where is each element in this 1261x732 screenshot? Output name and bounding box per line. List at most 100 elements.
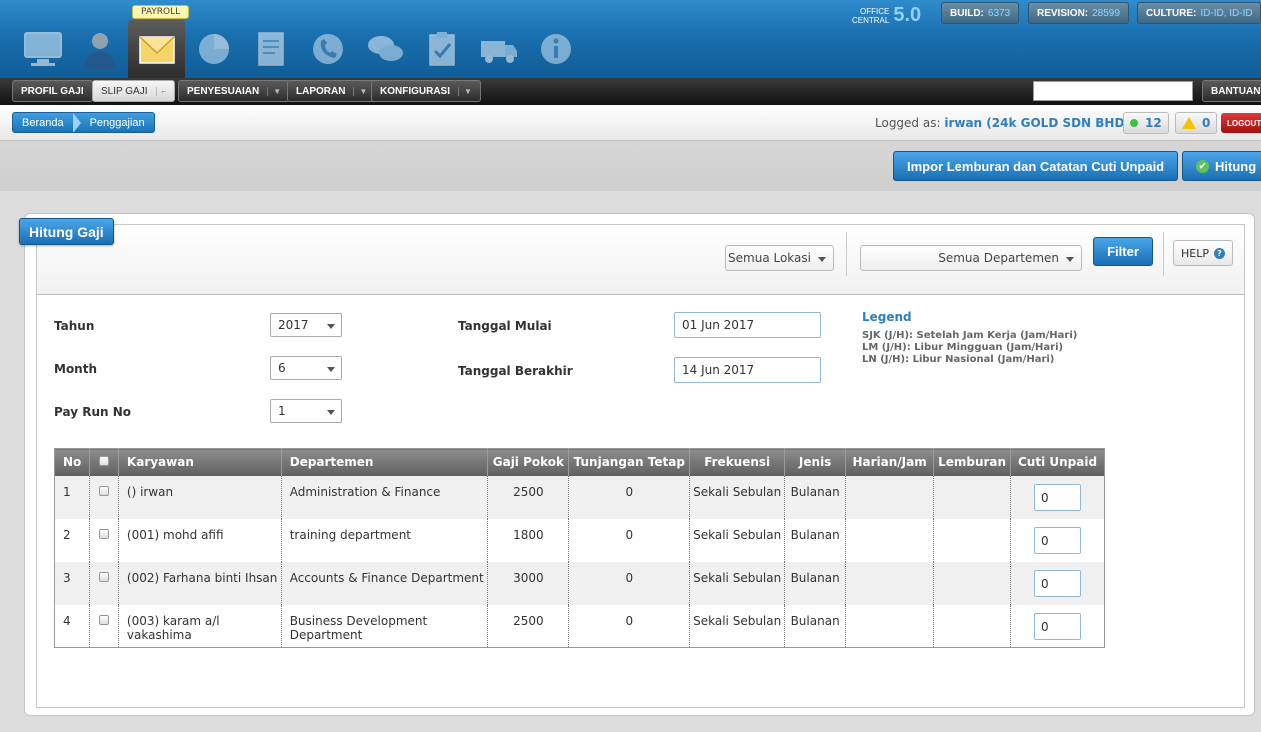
truck-icon[interactable] xyxy=(470,20,527,78)
calculate-button[interactable]: ✔ Hitung xyxy=(1182,151,1261,181)
menu-laporan[interactable]: LAPORAN ▼ xyxy=(287,80,377,102)
col-departemen[interactable]: Departemen xyxy=(281,448,489,476)
cell-gaji-pokok: 3000 xyxy=(487,561,570,605)
culture-badge: CULTURE: ID-ID, ID-ID xyxy=(1137,2,1261,24)
location-select[interactable]: Semua Lokasi xyxy=(725,245,834,271)
build-label: BUILD: xyxy=(950,7,984,19)
cell-frekuensi: Sekali Sebulan xyxy=(689,518,786,562)
culture-value: ID-ID, ID-ID xyxy=(1200,7,1253,19)
year-label: Tahun xyxy=(54,319,95,333)
legend-ln: LN (J/H): Libur Nasional (Jam/Hari) xyxy=(862,354,1055,365)
revision-value: 28599 xyxy=(1092,7,1120,19)
start-date-label: Tanggal Mulai xyxy=(458,319,552,333)
cell-select xyxy=(89,604,119,648)
cell-select xyxy=(89,475,119,519)
cell-harian xyxy=(845,604,935,648)
menu-bantuan[interactable]: BANTUAN xyxy=(1202,80,1261,102)
cell-harian xyxy=(845,518,935,562)
divider xyxy=(846,232,847,276)
menu-konfigurasi[interactable]: KONFIGURASI ▼ xyxy=(371,80,481,102)
col-jenis[interactable]: Jenis xyxy=(784,448,847,476)
department-select[interactable]: Semua Departemen xyxy=(860,245,1082,271)
logged-user-name[interactable]: irwan (24k GOLD SDN BHD) xyxy=(944,116,1130,130)
cell-gaji-pokok: 2500 xyxy=(487,604,570,648)
phone-icon[interactable] xyxy=(299,20,356,78)
monitor-icon[interactable] xyxy=(14,20,71,78)
col-cuti-unpaid[interactable]: Cuti Unpaid xyxy=(1010,448,1105,476)
pin-icon[interactable]: ⌐ xyxy=(155,86,166,96)
build-badge: BUILD: 6373 xyxy=(941,2,1020,24)
pie-chart-icon[interactable] xyxy=(185,20,242,78)
warnings-counter[interactable]: 0 xyxy=(1175,112,1218,134)
cell-frekuensi: Sekali Sebulan xyxy=(689,561,786,605)
select-all-checkbox[interactable] xyxy=(98,456,109,467)
cell-karyawan: (003) karam a/l vakashima xyxy=(118,604,282,648)
row-checkbox[interactable] xyxy=(98,571,109,582)
start-date-input[interactable]: 01 Jun 2017 xyxy=(674,312,821,338)
online-users-counter[interactable]: 12 xyxy=(1123,112,1169,134)
help-label: HELP xyxy=(1181,246,1209,260)
cell-harian xyxy=(845,561,935,605)
cell-no: 2 xyxy=(54,518,90,562)
row-checkbox[interactable] xyxy=(98,528,109,539)
menu-penyesuaian[interactable]: PENYESUAIAN ▼ xyxy=(178,80,291,102)
col-lemburan[interactable]: Lemburan xyxy=(933,448,1012,476)
logout-button[interactable]: LOGOUT xyxy=(1221,113,1261,133)
chat-icon[interactable] xyxy=(356,20,413,78)
col-frekuensi[interactable]: Frekuensi xyxy=(689,448,786,476)
cuti-unpaid-input[interactable]: 0 xyxy=(1034,483,1082,511)
chevron-down-icon: ▼ xyxy=(458,86,472,96)
cell-cuti-unpaid: 0 xyxy=(1010,475,1105,519)
question-icon: ? xyxy=(1213,247,1225,259)
cuti-unpaid-input[interactable]: 0 xyxy=(1034,612,1082,640)
menu-laporan-label: LAPORAN xyxy=(296,85,346,97)
month-select[interactable]: 6 xyxy=(270,356,342,380)
document-icon[interactable] xyxy=(242,20,299,78)
col-karyawan[interactable]: Karyawan xyxy=(118,448,282,476)
menu-bar: PROFIL GAJI SLIP GAJI ⌐ PENYESUAIAN ▼ LA… xyxy=(0,78,1261,105)
info-icon[interactable] xyxy=(527,20,584,78)
col-gaji-pokok[interactable]: Gaji Pokok xyxy=(487,448,570,476)
calculate-label: Hitung xyxy=(1215,158,1257,174)
cuti-unpaid-input[interactable]: 0 xyxy=(1034,526,1082,554)
warning-count: 0 xyxy=(1202,116,1211,130)
cell-cuti-unpaid: 0 xyxy=(1010,604,1105,648)
col-harian[interactable]: Harian/Jam xyxy=(845,448,935,476)
row-checkbox[interactable] xyxy=(98,485,109,496)
user-icon[interactable] xyxy=(71,20,128,78)
cell-karyawan: (001) mohd afifi xyxy=(118,518,282,562)
col-tunjangan[interactable]: Tunjangan Tetap xyxy=(568,448,691,476)
year-select[interactable]: 2017 xyxy=(270,313,342,337)
import-overtime-button[interactable]: Impor Lemburan dan Catatan Cuti Unpaid xyxy=(893,151,1179,181)
cell-no: 1 xyxy=(54,475,90,519)
breadcrumb-separator xyxy=(72,113,81,132)
filter-button[interactable]: Filter xyxy=(1093,237,1153,266)
cuti-unpaid-input[interactable]: 0 xyxy=(1034,569,1082,597)
envelope-icon[interactable] xyxy=(128,20,185,78)
pay-run-select[interactable]: 1 xyxy=(270,399,342,423)
panel-title: Hitung Gaji xyxy=(19,218,114,245)
row-checkbox[interactable] xyxy=(98,614,109,625)
end-date-input[interactable]: 14 Jun 2017 xyxy=(674,357,821,383)
culture-label: CULTURE: xyxy=(1146,7,1197,19)
cell-departemen: Business Development Department xyxy=(281,604,489,648)
breadcrumb-current[interactable]: Penggajian xyxy=(81,113,154,132)
cell-jenis: Bulanan xyxy=(784,475,847,519)
cell-select xyxy=(89,518,119,562)
breadcrumb-home[interactable]: Beranda xyxy=(13,113,73,132)
table-header-row: No Karyawan Departemen Gaji Pokok Tunjan… xyxy=(54,448,1105,476)
product-version: OFFICE CENTRAL 5.0 xyxy=(852,4,921,27)
menu-profil-gaji[interactable]: PROFIL GAJI xyxy=(12,80,93,102)
table-row: 3 (002) Farhana binti Ihsan Accounts & F… xyxy=(54,561,1105,605)
cell-select xyxy=(89,561,119,605)
online-count: 12 xyxy=(1145,116,1162,130)
menu-slip-gaji[interactable]: SLIP GAJI ⌐ xyxy=(92,80,176,102)
legend-lm: LM (J/H): Libur Mingguan (Jam/Hari) xyxy=(862,342,1064,353)
clipboard-icon[interactable] xyxy=(413,20,470,78)
col-no[interactable]: No xyxy=(54,448,90,476)
help-button[interactable]: HELP ? xyxy=(1173,240,1233,266)
cell-lemburan xyxy=(933,604,1012,648)
revision-badge: REVISION: 28599 xyxy=(1028,2,1129,24)
global-search-input[interactable] xyxy=(1033,81,1193,101)
cell-cuti-unpaid: 0 xyxy=(1010,518,1105,562)
